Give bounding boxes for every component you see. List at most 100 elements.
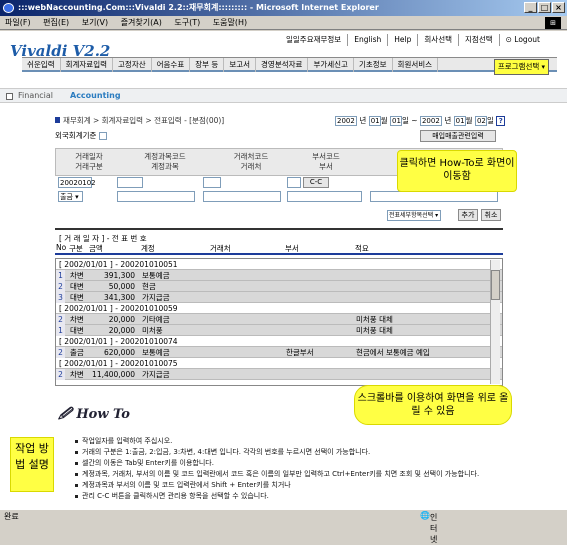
breadcrumb-text: 재무회계 > 회계자료입력 > 전표입력 - [분점(00)] (63, 116, 225, 125)
account-name-input[interactable] (117, 191, 195, 202)
window-title: :::webNaccounting.Com:::Vivaldi 2.2::재무회… (18, 3, 379, 12)
zone-label: 인터넷 (429, 513, 438, 544)
foreign-checkbox[interactable] (98, 132, 107, 140)
month-unit: 월 (465, 116, 473, 125)
from-month-input[interactable]: 01 (368, 116, 381, 126)
table-row[interactable]: 1 차변 391,300 보통예금 (56, 270, 502, 281)
tab-accounting-input[interactable]: 회계자료입력 (61, 58, 114, 72)
tab-vat[interactable]: 부가세신고 (308, 58, 354, 72)
program-select-label: 프로그램선택 (497, 62, 540, 71)
col-amount: 금액 (89, 244, 103, 253)
to-year-input[interactable]: 2002 (419, 116, 442, 126)
tab-member[interactable]: 회원서비스 (393, 58, 439, 72)
grid-header-dept: 부서코드 부서 (296, 152, 356, 172)
close-button[interactable]: × (552, 2, 565, 13)
row-no: 2 (56, 369, 65, 380)
howto-title: 🖉 How To (58, 407, 130, 422)
cc-button[interactable]: C-C (303, 177, 329, 188)
financial-bar: Financial Accounting (0, 88, 567, 103)
topnav-english[interactable]: English (348, 34, 389, 46)
grid-account-label: 계정과목 (151, 162, 179, 171)
type-select[interactable]: 출금 ▾ (58, 191, 83, 202)
topnav-logout[interactable]: ⊙ Logout (500, 34, 546, 46)
menu-bar: 파일(F) 편집(E) 보기(V) 즐겨찾기(A) 도구(T) 도움말(H) ⊞ (0, 16, 567, 30)
from-day-input[interactable]: 01 (389, 116, 402, 126)
to-day-input[interactable]: 02 (474, 116, 487, 126)
col-type: 구분 (69, 244, 83, 253)
row-amount: 620,000 (103, 348, 135, 357)
row-memo: 미처풍 대체 (356, 326, 393, 335)
topnav-branch[interactable]: 지점선택 (459, 34, 500, 46)
col-partner: 거래처 (210, 244, 231, 253)
windows-logo-icon: ⊞ (545, 17, 561, 29)
partner-name-input[interactable] (203, 191, 281, 202)
row-dept: 한글부서 (286, 348, 314, 357)
row-type: 차변 (70, 315, 84, 324)
col-dept: 부서 (285, 244, 299, 253)
row-memo: 현금에서 보통예금 예입 (356, 348, 430, 357)
tab-basic-info[interactable]: 기초정보 (354, 58, 393, 72)
voucher-group-header: [ 2002/01/01 ] - 200201010051 (56, 259, 502, 270)
topnav-help[interactable]: Help (388, 34, 419, 46)
table-row[interactable]: 1 대변 20,000 미처풍 미처풍 대체 (56, 325, 502, 336)
tab-notes[interactable]: 어음수표 (152, 58, 191, 72)
menu-view[interactable]: 보기(V) (77, 16, 113, 30)
grid-dept-label: 부서 (319, 162, 333, 171)
voucher-list[interactable]: [ 2002/01/01 ] - 200201010051 1 차변 391,300 보… (55, 258, 503, 386)
tab-books[interactable]: 장부 등 (190, 58, 225, 72)
grid-partner-label: 거래처 (240, 162, 262, 171)
howto-jump-icon[interactable]: ? (496, 116, 506, 126)
menu-edit[interactable]: 편집(E) (38, 16, 74, 30)
logout-label: Logout (514, 35, 540, 44)
dept-code-input[interactable] (287, 177, 301, 188)
table-row[interactable]: 2 출금 620,000 보통예금 한글부서 현금에서 보통예금 예입 (56, 347, 502, 358)
menu-help[interactable]: 도움말(H) (208, 16, 252, 30)
top-nav: 일일주요재무정보 English Help 회사선택 지점선택 ⊙ Logout (280, 34, 546, 46)
col-no: No (56, 243, 67, 252)
sales-purchase-button[interactable]: 매입매출관련입력 (420, 130, 496, 142)
voucher-detail-select[interactable]: 전표세부항목선택 ▾ (387, 210, 441, 221)
month-unit: 월 (380, 116, 388, 125)
menu-tools[interactable]: 도구(T) (169, 16, 205, 30)
to-month-input[interactable]: 01 (453, 116, 466, 126)
tab-fixed-assets[interactable]: 고정자산 (113, 58, 152, 72)
row-amount: 50,000 (108, 282, 135, 291)
menu-file[interactable]: 파일(F) (0, 16, 36, 30)
tab-reports[interactable]: 보고서 (224, 58, 257, 72)
topnav-company[interactable]: 회사선택 (418, 34, 460, 46)
account-code-input[interactable] (117, 177, 143, 188)
dept-name-input[interactable] (287, 191, 362, 202)
date-range: 2002 년 01월 01일 ~ 2002 년 01월 02일 ? (335, 115, 506, 126)
table-row[interactable]: 2 대변 50,000 현금 (56, 281, 502, 292)
row-type: 대변 (70, 326, 84, 335)
menu-favorites[interactable]: 즐겨찾기(A) (116, 16, 167, 30)
grid-header-partner: 거래처코드 거래처 (216, 152, 286, 172)
accounting-label: Accounting (70, 91, 121, 100)
partner-code-input[interactable] (203, 177, 221, 188)
day-unit: 일 (486, 116, 494, 125)
instruction-item: 계정과목과 부서의 이름 및 코드 입력란에서 Shift + Enter키를 … (75, 480, 505, 491)
date-input[interactable]: 20020102 (58, 177, 96, 188)
scrollbar-thumb[interactable] (491, 270, 500, 300)
table-row[interactable]: 2 차변 20,000 기타예금 미처풍 대체 (56, 314, 502, 325)
grid-type-label: 거래구분 (75, 162, 103, 171)
minimize-button[interactable]: _ (524, 2, 537, 13)
cancel-button[interactable]: 취소 (481, 209, 501, 221)
from-year-input[interactable]: 2002 (335, 116, 357, 126)
table-row[interactable]: 3 대변 341,300 가지급금 (56, 292, 502, 303)
tab-easy-input[interactable]: 쉬운입력 (22, 58, 61, 72)
program-select[interactable]: 프로그램선택 ▾ (493, 59, 549, 75)
add-button[interactable]: 추가 (458, 209, 478, 221)
topnav-daily-info[interactable]: 일일주요재무정보 (280, 34, 349, 46)
instruction-item: 계정과목, 거래처, 부서의 이름 및 코드 입력란에서 코드 혹은 이름의 일… (75, 469, 505, 480)
row-type: 대변 (70, 293, 84, 302)
table-row[interactable]: 2 차변 11,400,000 가지급금 (56, 369, 502, 380)
maximize-button[interactable]: □ (538, 2, 551, 13)
memo-input[interactable] (370, 191, 498, 202)
tab-analysis[interactable]: 경영분석자료 (256, 58, 309, 72)
instruction-item: 작업일자를 입력하여 주십시오. (75, 436, 505, 447)
day-unit: 일 (401, 116, 409, 125)
year-unit: 년 (359, 116, 367, 125)
row-account: 보통예금 (142, 271, 170, 280)
list-scrollbar[interactable] (490, 260, 500, 384)
